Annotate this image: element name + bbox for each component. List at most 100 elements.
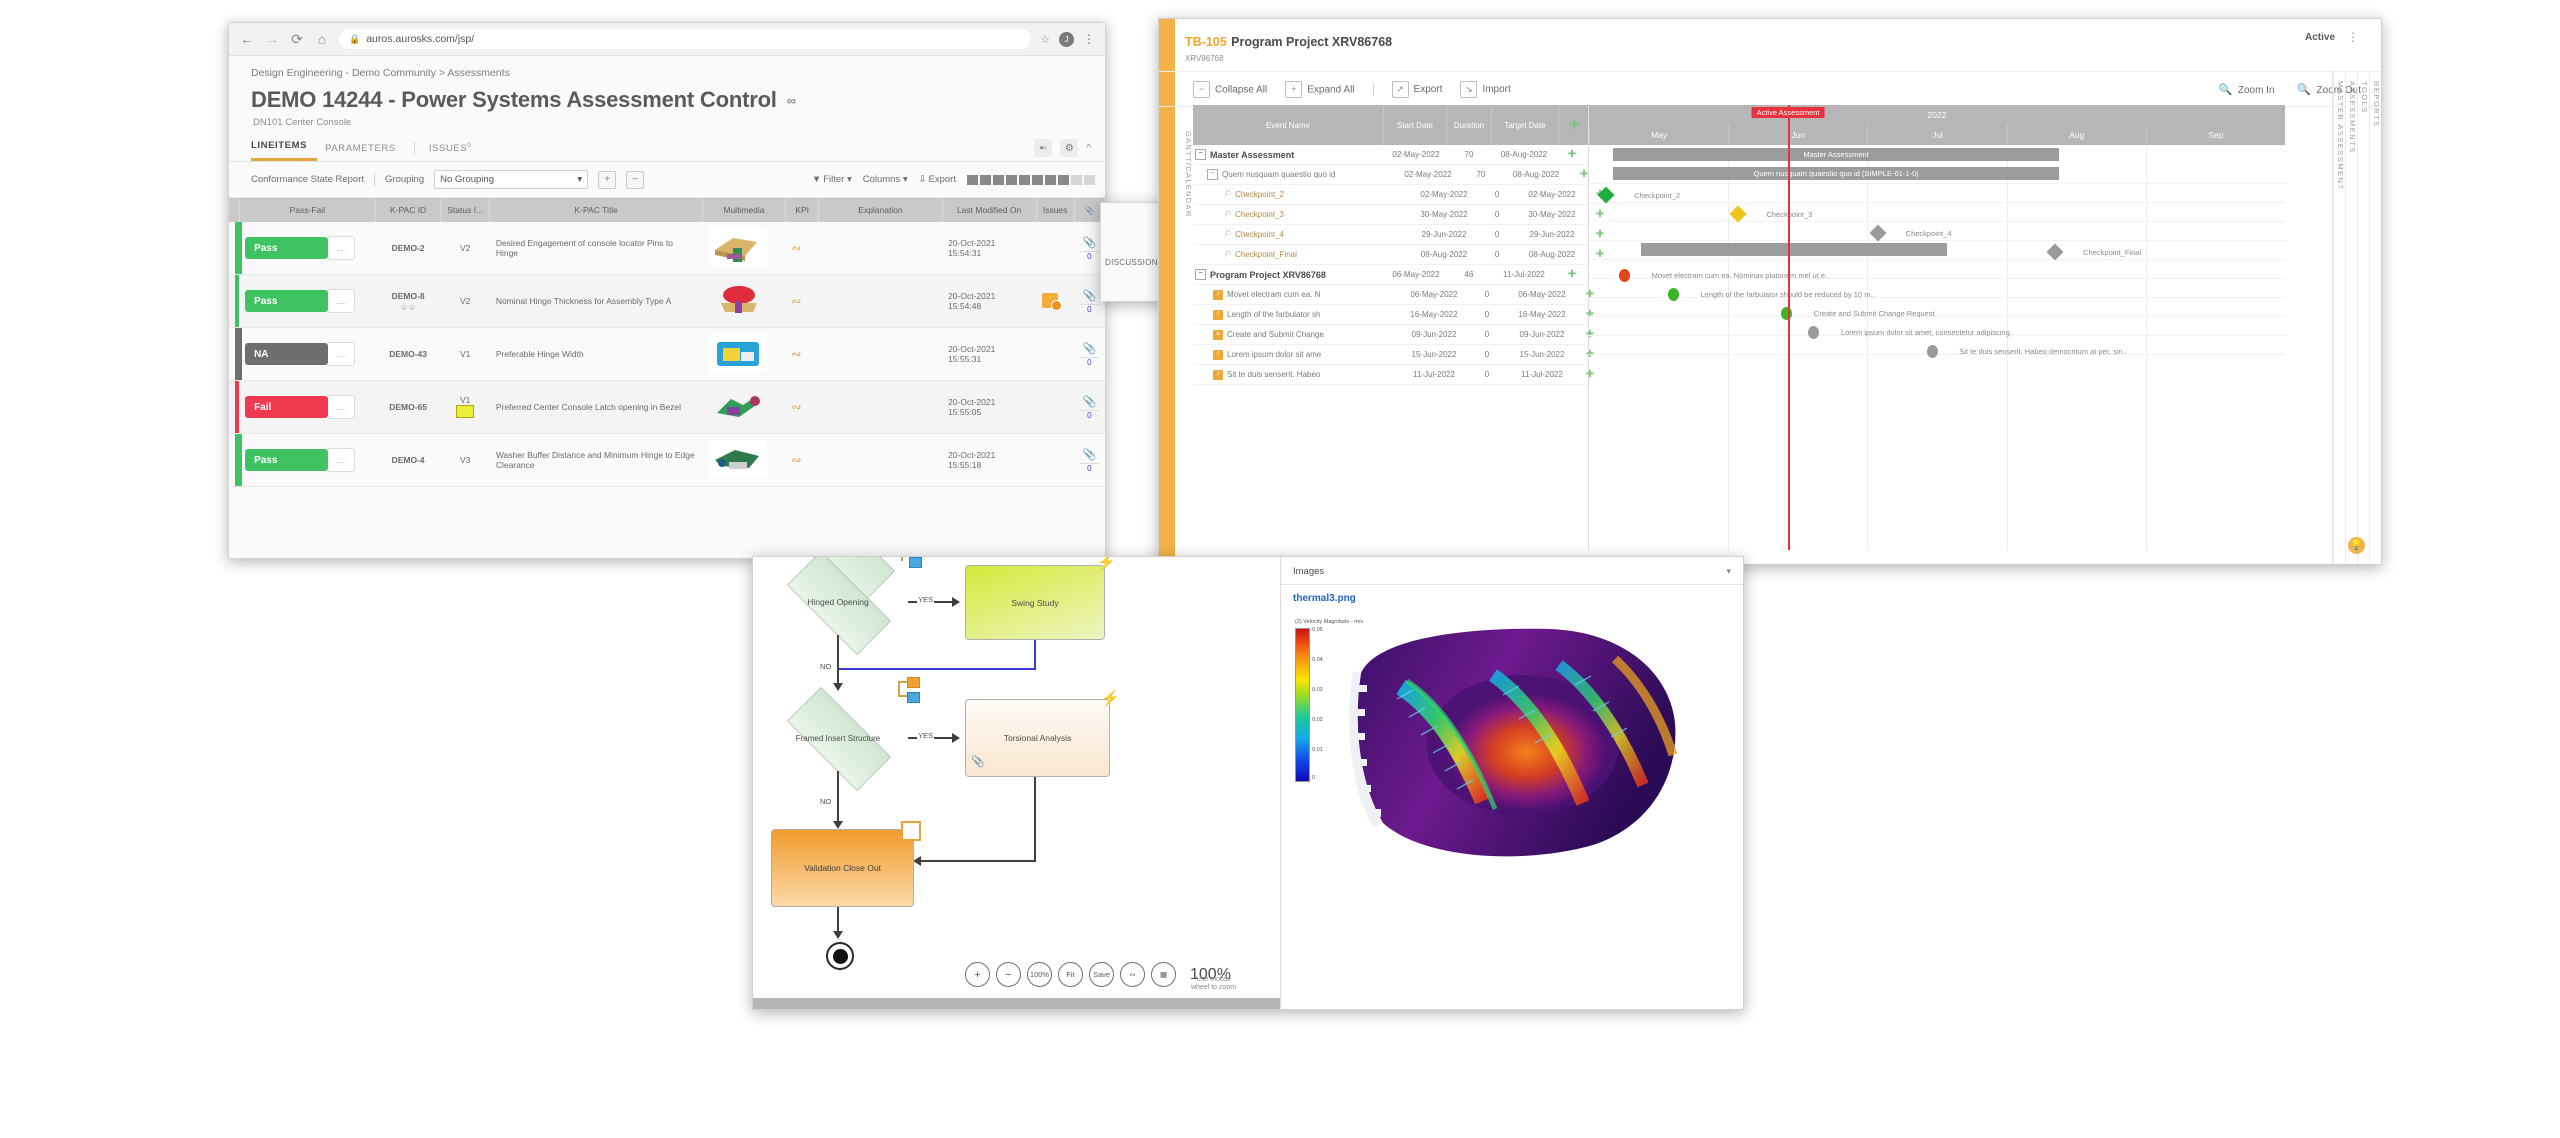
- cell-kpac-id[interactable]: DEMO-2: [375, 222, 441, 275]
- kpac-link[interactable]: DEMO-8: [392, 291, 425, 301]
- col-target-date[interactable]: Target Date: [1492, 105, 1559, 145]
- expander-icon[interactable]: −: [1195, 149, 1206, 160]
- expander-icon[interactable]: −: [1195, 269, 1206, 280]
- add-icon[interactable]: ✚: [1559, 105, 1590, 145]
- kebab-menu-icon[interactable]: ⋮: [1083, 32, 1095, 46]
- share-icon[interactable]: ∞: [787, 93, 796, 108]
- paperclip-icon[interactable]: 📎: [1082, 290, 1096, 302]
- cell-kpac-id[interactable]: DEMO-43: [375, 327, 441, 381]
- flow-node-validation-close-out[interactable]: Validation Close Out: [771, 829, 914, 907]
- flowchart-canvas[interactable]: Hinged Opening YES Swing Study ⚡ NO Fram…: [753, 557, 1280, 1009]
- table-row[interactable]: Pass … DEMO-4 V3 Washer Buffer Distance …: [229, 433, 1105, 487]
- cell-kpac-id[interactable]: DEMO-65: [375, 380, 441, 434]
- home-icon[interactable]: ⌂: [314, 31, 330, 47]
- gantt-calendar-vtab[interactable]: GANTT/CALENDAR: [1175, 131, 1193, 218]
- gantt-row[interactable]: − Quem nusquam quaestio quo id 02-May-202…: [1193, 165, 1588, 185]
- table-row[interactable]: Pass … DEMO-8 ☺☺ V2 Nominal Hinge Thickn…: [229, 274, 1105, 328]
- add-icon[interactable]: ✚: [1557, 269, 1587, 280]
- gantt-row[interactable]: ≡ Create and Submit Change 09-Jun-2022 0 …: [1193, 325, 1594, 345]
- cell-multimedia[interactable]: [702, 274, 786, 328]
- save-button[interactable]: Save: [1089, 962, 1114, 987]
- tab-lineitems[interactable]: LINEITEMS: [251, 140, 318, 161]
- gear-icon[interactable]: ⚙: [1060, 139, 1079, 157]
- back-arrow-icon[interactable]: ←: [239, 31, 255, 47]
- breadcrumb[interactable]: Design Engineering - Demo Community > As…: [229, 56, 1105, 79]
- col-event-name[interactable]: Event Name: [1193, 105, 1384, 145]
- import-button[interactable]: ↘ Import: [1460, 80, 1511, 98]
- kebab-menu-icon[interactable]: ⋮: [2347, 30, 2359, 44]
- row-menu-icon[interactable]: …: [328, 236, 356, 260]
- event-dot[interactable]: [1926, 345, 1938, 358]
- flow-node-torsional-analysis[interactable]: Torsional Analysis: [965, 699, 1110, 777]
- kpac-link[interactable]: DEMO-2: [392, 243, 425, 253]
- kpac-link[interactable]: DEMO-43: [389, 349, 427, 359]
- expand-all-button[interactable]: +: [598, 170, 617, 189]
- col-duration[interactable]: Duration: [1447, 105, 1492, 145]
- cell-attachments[interactable]: 📎 0: [1074, 433, 1105, 487]
- zoom-fit-button[interactable]: Fit: [1058, 962, 1083, 987]
- side-tab-assessments[interactable]: ASSESSMENTS: [2345, 71, 2357, 564]
- gantt-bar[interactable]: [1641, 243, 1948, 256]
- gantt-row[interactable]: ⚐ Checkpoint_4 29-Jun-2022 0 29-Jun-2022 …: [1193, 225, 1604, 245]
- paperclip-icon[interactable]: 📎: [1082, 237, 1096, 249]
- gantt-row[interactable]: ⚐ Checkpoint_Final 08-Aug-2022 0 08-Aug-2…: [1193, 245, 1604, 265]
- tab-issues[interactable]: ISSUES0: [429, 142, 486, 161]
- side-tab-reports[interactable]: REPORTS: [2369, 71, 2381, 564]
- gantt-row[interactable]: ! Movet electram cum ea. N 06-May-2022 0 …: [1193, 285, 1594, 305]
- gantt-row[interactable]: − Program Project XRV86768 06-May-2022 46…: [1193, 265, 1588, 285]
- add-icon[interactable]: ✚: [1557, 149, 1587, 160]
- col-pass-fail[interactable]: Pass-Fail: [239, 198, 377, 222]
- thermal-render-image[interactable]: [1343, 613, 1683, 868]
- event-dot[interactable]: [1808, 326, 1820, 339]
- cell-issues[interactable]: [1036, 274, 1075, 328]
- zoom-in-button[interactable]: +: [965, 962, 990, 987]
- paperclip-icon[interactable]: 📎: [1082, 449, 1096, 461]
- document-badge-icon[interactable]: [1042, 292, 1063, 311]
- cell-multimedia[interactable]: [702, 433, 786, 487]
- zoom-100-button[interactable]: 100%: [1027, 962, 1052, 987]
- tab-parameters[interactable]: PARAMETERS: [325, 143, 410, 161]
- gantt-row[interactable]: − Master Assessment 02-May-2022 70 08-Aug…: [1193, 145, 1588, 165]
- gantt-row[interactable]: ! Lorem ipsum dolor sit ame 15-Jun-2022 0…: [1193, 345, 1594, 365]
- gantt-row[interactable]: ! Length of the farbulator sh 16-May-2022…: [1193, 305, 1594, 325]
- col-multimedia[interactable]: Multimedia: [702, 198, 786, 222]
- col-status-i[interactable]: Status I...: [440, 198, 491, 222]
- col-start-date[interactable]: Start Date: [1384, 105, 1447, 145]
- kpac-link[interactable]: DEMO-4: [392, 455, 425, 465]
- zoom-out-button[interactable]: −: [996, 962, 1021, 987]
- reload-icon[interactable]: ⟳: [289, 31, 305, 47]
- paperclip-icon[interactable]: 📎: [1082, 396, 1096, 408]
- forward-arrow-icon[interactable]: →: [264, 31, 280, 47]
- resize-handle[interactable]: [901, 821, 921, 841]
- cell-kpac-id[interactable]: DEMO-8 ☺☺: [375, 274, 441, 328]
- cell-multimedia[interactable]: [702, 327, 786, 381]
- cell-pass-fail[interactable]: NA …: [239, 327, 376, 381]
- address-bar[interactable]: 🔒 auros.aurosks.com/jsp/: [339, 29, 1032, 49]
- cell-pass-fail[interactable]: Pass …: [239, 274, 376, 328]
- table-row[interactable]: Pass … DEMO-2 V2 Desired Engagement of c…: [229, 222, 1105, 275]
- gantt-bar[interactable]: Master Assessment: [1613, 148, 2059, 161]
- discussion-panel-sliver[interactable]: DISCUSSION: [1100, 202, 1164, 302]
- gantt-row[interactable]: ! Sit te duis senserit. Habeo 11-Jul-2022…: [1193, 365, 1594, 385]
- col-kpi[interactable]: KPI: [785, 198, 820, 222]
- row-menu-icon[interactable]: …: [328, 342, 356, 366]
- avatar[interactable]: J: [1059, 31, 1074, 47]
- grouping-select[interactable]: No Grouping ▾: [434, 170, 589, 189]
- collapse-all-button[interactable]: −: [626, 170, 645, 189]
- cell-multimedia[interactable]: [702, 380, 786, 434]
- paperclip-icon[interactable]: 📎: [971, 755, 985, 768]
- col-issues[interactable]: Issues: [1036, 198, 1075, 222]
- kpac-link[interactable]: DEMO-65: [389, 402, 427, 412]
- table-row[interactable]: NA … DEMO-43 V1 Preferable Hinge Width ∾: [229, 327, 1105, 381]
- columns-button[interactable]: Columns ▾: [863, 174, 908, 185]
- col-last-modified[interactable]: Last Modified On: [942, 198, 1037, 222]
- zoom-in-button[interactable]: 🔍 Zoom In: [2218, 82, 2274, 97]
- event-dot[interactable]: [1667, 288, 1679, 301]
- cell-pass-fail[interactable]: Pass …: [239, 433, 376, 487]
- cell-attachments[interactable]: 📎 0: [1074, 380, 1105, 434]
- col-explanation[interactable]: Explanation: [818, 198, 943, 222]
- milestone-diamond[interactable]: [2046, 243, 2064, 261]
- event-dot[interactable]: [1781, 307, 1793, 320]
- pan-icon[interactable]: ∾: [1120, 962, 1145, 987]
- gantt-row[interactable]: ⚐ Checkpoint_3 30-May-2022 0 30-May-2022 …: [1193, 205, 1604, 225]
